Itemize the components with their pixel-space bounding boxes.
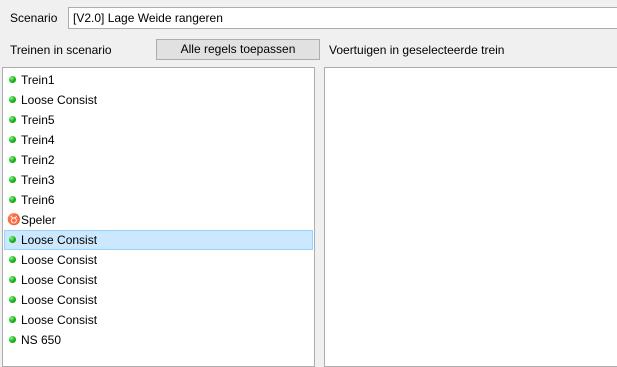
green-dot-icon bbox=[9, 336, 16, 343]
train-list-item[interactable]: Loose Consist bbox=[4, 90, 313, 110]
green-dot-icon bbox=[9, 76, 16, 83]
train-list-item[interactable]: Loose Consist bbox=[4, 270, 313, 290]
train-list-item-label: Trein2 bbox=[21, 153, 55, 167]
train-list-item-label: Speler bbox=[21, 213, 56, 227]
green-dot-icon bbox=[9, 296, 16, 303]
train-list-item-label: Trein5 bbox=[21, 113, 55, 127]
vehicle-list[interactable] bbox=[324, 67, 617, 367]
train-list-item-label: Trein6 bbox=[21, 193, 55, 207]
apply-all-rules-button[interactable]: Alle regels toepassen bbox=[156, 39, 320, 60]
train-list-item[interactable]: Trein6 bbox=[4, 190, 313, 210]
train-list[interactable]: Trein1 Loose Consist Trein5 Trein4 Trein2 Tre… bbox=[2, 67, 315, 367]
train-list-item[interactable]: Trein1 bbox=[4, 70, 313, 90]
scenario-label: Scenario bbox=[10, 11, 58, 25]
green-dot-icon bbox=[9, 156, 16, 163]
vehicles-in-selected-train-label: Voertuigen in geselecteerde trein bbox=[329, 43, 505, 57]
train-list-item[interactable]: Trein3 bbox=[4, 170, 313, 190]
player-icon: ♉ bbox=[7, 214, 21, 226]
train-list-item-label: Loose Consist bbox=[21, 233, 98, 247]
train-list-item-label: Trein4 bbox=[21, 133, 55, 147]
train-list-item-label: Loose Consist bbox=[21, 253, 98, 267]
train-list-item-label: Trein3 bbox=[21, 173, 55, 187]
trains-in-scenario-label: Treinen in scenario bbox=[10, 43, 112, 57]
train-list-item[interactable]: NS 650 bbox=[4, 330, 313, 350]
green-dot-icon bbox=[9, 236, 16, 243]
train-list-item[interactable]: Trein5 bbox=[4, 110, 313, 130]
green-dot-icon bbox=[9, 176, 16, 183]
train-list-item[interactable]: Loose Consist bbox=[4, 250, 313, 270]
green-dot-icon bbox=[9, 316, 16, 323]
green-dot-icon bbox=[9, 136, 16, 143]
train-list-item[interactable]: Loose Consist bbox=[4, 230, 313, 250]
train-list-item-label: Loose Consist bbox=[21, 273, 98, 287]
train-list-item[interactable]: Loose Consist bbox=[4, 290, 313, 310]
train-list-item-label: NS 650 bbox=[21, 333, 62, 347]
train-list-item-label: Loose Consist bbox=[21, 93, 98, 107]
scenario-field[interactable]: [V2.0] Lage Weide rangeren bbox=[68, 7, 617, 29]
train-list-item[interactable]: ♉ Speler bbox=[4, 210, 313, 230]
green-dot-icon bbox=[9, 276, 16, 283]
train-list-item-label: Trein1 bbox=[21, 73, 55, 87]
train-list-item[interactable]: Loose Consist bbox=[4, 310, 313, 330]
train-list-item-label: Loose Consist bbox=[21, 313, 98, 327]
green-dot-icon bbox=[9, 116, 16, 123]
train-list-item[interactable]: Trein4 bbox=[4, 130, 313, 150]
train-list-item-label: Loose Consist bbox=[21, 293, 98, 307]
green-dot-icon bbox=[9, 196, 16, 203]
green-dot-icon bbox=[9, 256, 16, 263]
train-list-item[interactable]: Trein2 bbox=[4, 150, 313, 170]
green-dot-icon bbox=[9, 96, 16, 103]
